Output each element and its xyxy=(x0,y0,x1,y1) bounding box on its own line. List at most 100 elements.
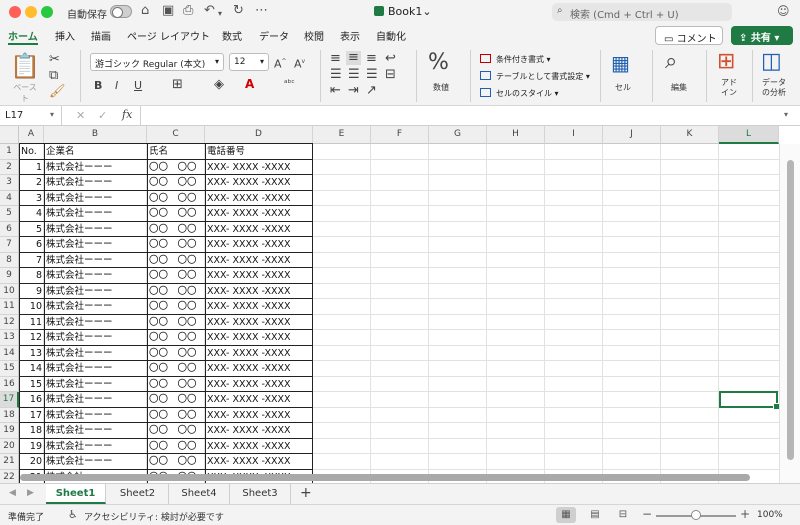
cell-company[interactable]: 株式会社ーーー xyxy=(44,175,147,191)
cell-phone[interactable]: XXX- XXXX -XXXX xyxy=(205,330,313,346)
row-header-2[interactable]: 2 xyxy=(0,159,19,175)
cell-no[interactable]: 13 xyxy=(19,346,44,362)
cell-phone[interactable]: XXX- XXXX -XXXX xyxy=(205,191,313,207)
cell-no[interactable]: 18 xyxy=(19,423,44,439)
cell-company[interactable]: 株式会社ーーー xyxy=(44,299,147,315)
borders-icon[interactable]: ⊞ xyxy=(172,78,183,92)
column-header-f[interactable]: F xyxy=(371,126,429,144)
cell-name[interactable]: 〇〇 〇〇 xyxy=(147,361,205,377)
font-name-select[interactable]: 游ゴシック Regular (本文) ▾ xyxy=(90,53,224,71)
phonetic-icon[interactable]: ᵃᵇᶜ xyxy=(284,77,295,91)
cell-company[interactable]: 株式会社ーーー xyxy=(44,361,147,377)
cell-no[interactable]: 4 xyxy=(19,206,44,222)
cell-no[interactable]: 19 xyxy=(19,439,44,455)
cell-no[interactable]: 8 xyxy=(19,268,44,284)
cell-no[interactable]: 9 xyxy=(19,284,44,300)
cell-name[interactable]: 〇〇 〇〇 xyxy=(147,160,205,176)
align-right-icon[interactable]: ☰ xyxy=(366,68,378,82)
undo-icon[interactable]: ↶ xyxy=(204,3,215,19)
percent-icon[interactable]: % xyxy=(428,52,449,74)
cancel-icon[interactable]: ✕ xyxy=(76,109,85,122)
column-header-h[interactable]: H xyxy=(487,126,545,144)
cell-company[interactable]: 株式会社ーーー xyxy=(44,206,147,222)
tab-review[interactable]: 校閲 xyxy=(304,28,324,43)
cell-no[interactable]: 16 xyxy=(19,392,44,408)
column-header-d[interactable]: D xyxy=(205,126,313,144)
cell-company[interactable]: 株式会社ーーー xyxy=(44,392,147,408)
cell-phone[interactable]: XXX- XXXX -XXXX xyxy=(205,315,313,331)
column-header-c[interactable]: C xyxy=(147,126,205,144)
cell-phone[interactable]: XXX- XXXX -XXXX xyxy=(205,206,313,222)
cut-icon[interactable]: ✂ xyxy=(49,53,60,67)
decrease-font-icon[interactable]: Av xyxy=(294,55,305,72)
row-header-14[interactable]: 14 xyxy=(0,345,19,361)
sheet-tab-sheet2[interactable]: Sheet2 xyxy=(107,484,169,504)
add-sheet-button[interactable]: + xyxy=(300,485,312,501)
cell-company[interactable]: 株式会社ーーー xyxy=(44,160,147,176)
font-size-select[interactable]: 12 ▾ xyxy=(229,53,269,71)
cell-name[interactable]: 〇〇 〇〇 xyxy=(147,175,205,191)
cell-name[interactable]: 〇〇 〇〇 xyxy=(147,454,205,470)
zoom-out-button[interactable]: − xyxy=(642,507,652,521)
vertical-scrollbar[interactable] xyxy=(779,144,800,483)
autosave-toggle[interactable] xyxy=(110,5,132,18)
row-header-8[interactable]: 8 xyxy=(0,252,19,268)
underline-button[interactable]: U xyxy=(134,79,142,93)
header-cell-no[interactable]: No. xyxy=(19,144,44,160)
row-header-16[interactable]: 16 xyxy=(0,376,19,392)
row-header-18[interactable]: 18 xyxy=(0,407,19,423)
expand-formula-icon[interactable]: ▾ xyxy=(784,110,788,119)
zoom-level[interactable]: 100% xyxy=(757,510,783,520)
cell-phone[interactable]: XXX- XXXX -XXXX xyxy=(205,253,313,269)
sheet-tab-sheet1[interactable]: Sheet1 xyxy=(46,484,106,504)
save-icon[interactable]: ▣ xyxy=(162,3,174,19)
page-layout-view-icon[interactable]: ▤ xyxy=(585,507,605,523)
search-input[interactable]: ⌕ 検索 (Cmd + Ctrl + U) xyxy=(552,3,732,21)
cell-phone[interactable]: XXX- XXXX -XXXX xyxy=(205,454,313,470)
cell-phone[interactable]: XXX- XXXX -XXXX xyxy=(205,284,313,300)
tab-insert[interactable]: 挿入 xyxy=(55,28,75,43)
cell-phone[interactable]: XXX- XXXX -XXXX xyxy=(205,361,313,377)
orientation-icon[interactable]: ↗ xyxy=(366,84,377,98)
worksheet-grid[interactable]: ABCDEFGHIJKL 1 2 3 4 5 6 7 8 9 10 11 12 13 14 15 16 17 18… xyxy=(0,126,800,483)
cell-name[interactable]: 〇〇 〇〇 xyxy=(147,284,205,300)
align-middle-icon[interactable]: ≡ xyxy=(346,51,361,65)
indent-increase-icon[interactable]: ⇥ xyxy=(348,84,359,98)
cell-phone[interactable]: XXX- XXXX -XXXX xyxy=(205,392,313,408)
cell-phone[interactable]: XXX- XXXX -XXXX xyxy=(205,408,313,424)
cell-company[interactable]: 株式会社ーーー xyxy=(44,253,147,269)
row-header-21[interactable]: 21 xyxy=(0,454,19,470)
cell-phone[interactable]: XXX- XXXX -XXXX xyxy=(205,346,313,362)
align-center-icon[interactable]: ☰ xyxy=(348,68,360,82)
cell-no[interactable]: 14 xyxy=(19,361,44,377)
cell-no[interactable]: 11 xyxy=(19,315,44,331)
tab-page-layout[interactable]: ページ レイアウト xyxy=(127,28,210,43)
align-bottom-icon[interactable]: ≡ xyxy=(366,52,377,66)
cell-phone[interactable]: XXX- XXXX -XXXX xyxy=(205,160,313,176)
cell-company[interactable]: 株式会社ーーー xyxy=(44,330,147,346)
conditional-format-button[interactable]: 条件付き書式 ▾ xyxy=(480,54,551,65)
merge-icon[interactable]: ⊟ xyxy=(385,68,396,82)
bold-button[interactable]: B xyxy=(94,79,102,93)
align-left-icon[interactable]: ☰ xyxy=(330,68,342,82)
accessibility-status[interactable]: アクセシビリティ: 検討が必要です xyxy=(84,510,224,523)
column-header-l[interactable]: L xyxy=(719,126,779,144)
cell-name[interactable]: 〇〇 〇〇 xyxy=(147,191,205,207)
cell-company[interactable]: 株式会社ーーー xyxy=(44,268,147,284)
cell-company[interactable]: 株式会社ーーー xyxy=(44,315,147,331)
row-header-12[interactable]: 12 xyxy=(0,314,19,330)
normal-view-icon[interactable]: ▦ xyxy=(556,507,576,523)
cell-phone[interactable]: XXX- XXXX -XXXX xyxy=(205,377,313,393)
row-header-1[interactable]: 1 xyxy=(0,144,19,160)
cell-phone[interactable]: XXX- XXXX -XXXX xyxy=(205,268,313,284)
column-header-k[interactable]: K xyxy=(661,126,719,144)
row-header-13[interactable]: 13 xyxy=(0,330,19,346)
cell-no[interactable]: 17 xyxy=(19,408,44,424)
cell-no[interactable]: 15 xyxy=(19,377,44,393)
cell-company[interactable]: 株式会社ーーー xyxy=(44,439,147,455)
tab-data[interactable]: データ xyxy=(259,28,289,43)
cell-company[interactable]: 株式会社ーーー xyxy=(44,284,147,300)
row-header-20[interactable]: 20 xyxy=(0,438,19,454)
cell-name[interactable]: 〇〇 〇〇 xyxy=(147,346,205,362)
cell-phone[interactable]: XXX- XXXX -XXXX xyxy=(205,423,313,439)
